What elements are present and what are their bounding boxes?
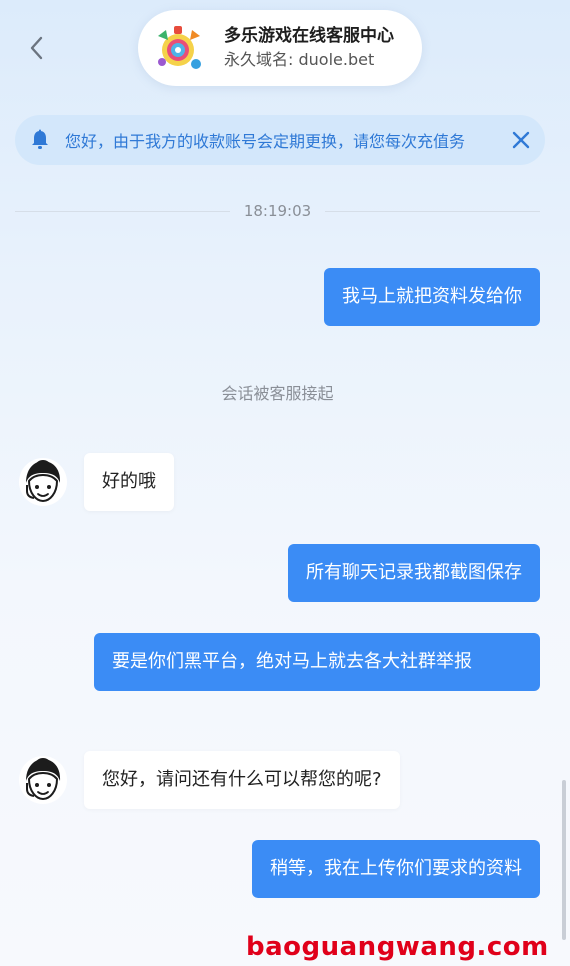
agent-avatar: [19, 756, 67, 804]
chevron-left-icon: [30, 36, 43, 60]
user-message-bubble[interactable]: 所有聊天记录我都截图保存: [288, 544, 540, 602]
header-domain: 永久域名: duole.bet: [224, 50, 375, 69]
header-title: 多乐游戏在线客服中心: [224, 26, 394, 46]
timestamp-divider: 18:19:03: [15, 200, 540, 222]
agent-message-bubble[interactable]: 您好，请问还有什么可以帮您的呢?: [84, 751, 400, 809]
agent-message-bubble[interactable]: 好的哦: [84, 453, 174, 511]
notice-text: 您好，由于我方的收款账号会定期更换，请您每次充值务: [65, 132, 466, 151]
agent-avatar: [19, 458, 67, 506]
service-header: 多乐游戏在线客服中心 永久域名: duole.bet: [138, 10, 422, 86]
user-message-bubble[interactable]: 要是你们黑平台，绝对马上就去各大社群举报: [94, 633, 540, 691]
watermark: baoguangwang.com: [246, 932, 549, 962]
user-message-bubble[interactable]: 稍等，我在上传你们要求的资料: [252, 840, 540, 898]
timestamp: 18:19:03: [243, 202, 312, 220]
back-button[interactable]: [24, 34, 48, 62]
game-logo: [158, 26, 201, 69]
bell-icon: [32, 129, 48, 149]
close-icon[interactable]: [511, 130, 531, 150]
system-message: 会话被客服接起: [221, 384, 334, 403]
scrollbar[interactable]: [562, 780, 566, 940]
user-message-bubble[interactable]: 我马上就把资料发给你: [324, 268, 540, 326]
notice-banner: 您好，由于我方的收款账号会定期更换，请您每次充值务: [15, 115, 545, 165]
divider-line: [15, 210, 230, 212]
divider-line: [325, 210, 540, 212]
